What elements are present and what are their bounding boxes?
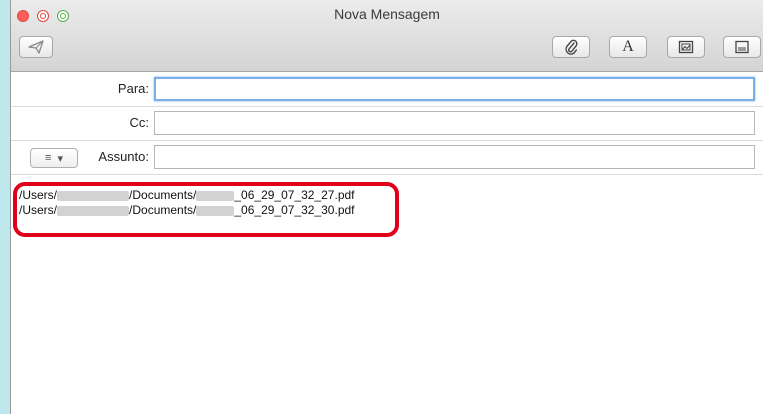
to-label: Para: [117, 81, 149, 96]
chevron-down-icon: ▾ [57, 152, 63, 165]
window-title: Nova Mensagem [334, 6, 440, 22]
stationery-icon [735, 40, 749, 54]
stationery-button[interactable] [723, 36, 761, 58]
font-icon: A [622, 38, 634, 55]
send-icon [28, 40, 44, 54]
to-row: Para: [11, 73, 763, 107]
photo-browser-icon [678, 40, 694, 54]
fonts-button[interactable]: A [609, 36, 647, 58]
subject-label: Assunto: [98, 149, 149, 164]
attach-button[interactable] [552, 36, 590, 58]
titlebar: Nova Mensagem A [11, 0, 763, 72]
photo-browser-button[interactable] [667, 36, 705, 58]
cc-row: Cc: [11, 107, 763, 141]
cc-label: Cc: [129, 115, 150, 130]
highlight-annotation [13, 182, 399, 237]
cc-field[interactable] [154, 111, 755, 135]
list-icon: ≡ [45, 152, 52, 164]
to-field[interactable] [154, 77, 755, 101]
paperclip-icon [565, 39, 578, 55]
header-fields-menu-button[interactable]: ≡ ▾ [30, 148, 78, 168]
send-button[interactable] [19, 36, 53, 58]
subject-row: ≡ ▾ Assunto: [11, 141, 763, 175]
mail-compose-window: Nova Mensagem A Para: Cc: ≡ ▾ Assunto: /… [10, 0, 763, 414]
subject-field[interactable] [154, 145, 755, 169]
